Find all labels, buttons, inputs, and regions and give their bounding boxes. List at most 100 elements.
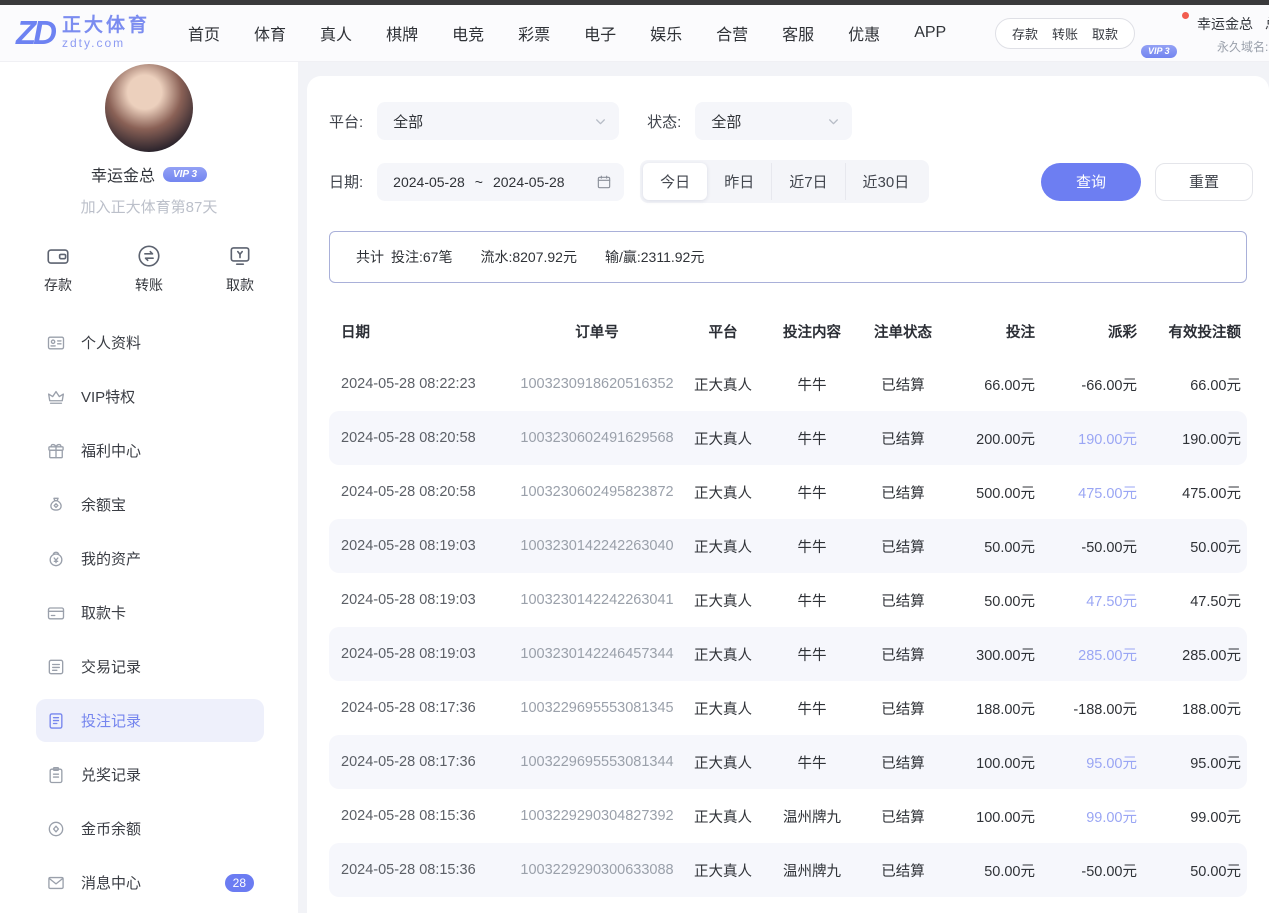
nav-item[interactable]: 体育: [254, 21, 286, 45]
quick-range-option[interactable]: 昨日: [707, 163, 771, 200]
sidebar-item-assets[interactable]: 我的资产: [36, 537, 264, 580]
cell-platform: 正大真人: [681, 806, 765, 827]
cell-bet-content: 牛牛: [765, 590, 859, 611]
cell-order-number: 1003230142246457344: [513, 646, 681, 662]
cell-date: 2024-05-28 08:19:03: [341, 592, 513, 608]
crown-icon: [46, 387, 66, 407]
coin-icon: [46, 819, 66, 839]
search-button[interactable]: 查询: [1041, 163, 1141, 201]
nav-item[interactable]: APP: [914, 24, 946, 42]
date-range-input[interactable]: 2024-05-28 ~ 2024-05-28: [377, 163, 624, 201]
col-payout: 派彩: [1035, 321, 1137, 342]
sidebar-item-label: 个人资料: [81, 332, 141, 353]
date-from: 2024-05-28: [393, 174, 465, 190]
cell-bet-content: 牛牛: [765, 644, 859, 665]
cell-bet-amount: 50.00元: [947, 590, 1035, 611]
withdraw-icon: [227, 243, 253, 269]
cell-valid-bet: 285.00元: [1137, 644, 1241, 665]
cell-bet-content: 牛牛: [765, 536, 859, 557]
platform-select[interactable]: 全部: [377, 102, 619, 140]
cell-valid-bet: 50.00元: [1137, 860, 1241, 881]
cell-payout: -188.00元: [1035, 698, 1137, 719]
sidebar-item-vip[interactable]: VIP特权: [36, 375, 264, 418]
chevron-down-icon: [594, 115, 607, 128]
cell-bet-content: 牛牛: [765, 374, 859, 395]
quick-date-ranges: 今日 昨日 近7日 近30日: [640, 160, 929, 203]
nav-item[interactable]: 合营: [716, 21, 748, 45]
filter-row-selects: 平台: 全部 状态: 全部: [329, 102, 1253, 140]
sidebar-item-coin-balance[interactable]: 金币余额: [36, 807, 264, 850]
vip-badge: VIP 3: [1141, 45, 1177, 58]
nav-item[interactable]: 电子: [584, 21, 616, 45]
table-row: 2024-05-28 08:19:03 1003230142242263041 …: [329, 573, 1247, 627]
cell-date: 2024-05-28 08:20:58: [341, 484, 513, 500]
calendar-icon[interactable]: [596, 174, 612, 190]
wallet-actions-pill: 存款 转账 取款: [995, 18, 1135, 49]
status-select[interactable]: 全部: [695, 102, 852, 140]
transfer-icon: [136, 243, 162, 269]
cell-valid-bet: 475.00元: [1137, 482, 1241, 503]
nav-item[interactable]: 棋牌: [386, 21, 418, 45]
sidebar-item-message-center[interactable]: 消息中心 28: [36, 861, 264, 904]
quick-range-option[interactable]: 近30日: [845, 163, 927, 200]
table-row: 2024-05-28 08:15:36 1003229290304827392 …: [329, 789, 1247, 843]
nav-item[interactable]: 首页: [188, 21, 220, 45]
cell-status: 已结算: [859, 536, 947, 557]
cell-date: 2024-05-28 08:19:03: [341, 538, 513, 554]
reset-button[interactable]: 重置: [1155, 163, 1253, 201]
wallet-action[interactable]: 转账: [1052, 24, 1078, 43]
sidebar-item-redeem-records[interactable]: 兑奖记录: [36, 753, 264, 796]
deposit-button[interactable]: 存款: [44, 243, 72, 295]
nav-item[interactable]: 彩票: [518, 21, 550, 45]
date-to: 2024-05-28: [493, 174, 565, 190]
sidebar-item-yuebao[interactable]: 余额宝: [36, 483, 264, 526]
nav-item[interactable]: 优惠: [848, 21, 880, 45]
summary-prefix: 共计: [356, 247, 384, 267]
cell-status: 已结算: [859, 698, 947, 719]
sidebar-item-welfare[interactable]: 福利中心: [36, 429, 264, 472]
withdraw-button[interactable]: 取款: [226, 243, 254, 295]
user-account-chip[interactable]: VIP 3 幸运金总 总 永久域名: zdty: [1149, 12, 1269, 55]
sidebar-item-bet-records[interactable]: 投注记录: [36, 699, 264, 742]
col-status: 注单状态: [859, 321, 947, 342]
nav-item[interactable]: 电竞: [452, 21, 484, 45]
cell-bet-amount: 200.00元: [947, 428, 1035, 449]
sidebar-item-profile[interactable]: 个人资料: [36, 321, 264, 364]
wallet-action[interactable]: 存款: [1012, 24, 1038, 43]
quick-range-option[interactable]: 今日: [643, 163, 707, 200]
cell-payout: 99.00元: [1035, 806, 1137, 827]
table-row: 2024-05-28 08:19:03 1003230142246457344 …: [329, 627, 1247, 681]
quick-range-option[interactable]: 近7日: [771, 163, 844, 200]
user-name: 幸运金总: [1197, 14, 1253, 34]
site-logo[interactable]: ZD 正大体育 zdty.com: [16, 16, 150, 50]
platform-select-value: 全部: [393, 111, 423, 132]
nav-item[interactable]: 真人: [320, 21, 352, 45]
notification-dot: [1181, 11, 1190, 20]
cell-bet-content: 温州牌九: [765, 860, 859, 881]
cell-order-number: 1003229290300633088: [513, 862, 681, 878]
cell-platform: 正大真人: [681, 752, 765, 773]
sidebar-item-label: 兑奖记录: [81, 764, 141, 785]
joined-days-text: 加入正大体育第87天: [81, 196, 218, 217]
col-bet-content: 投注内容: [765, 321, 859, 342]
sidebar-item-withdraw-card[interactable]: 取款卡: [36, 591, 264, 634]
chevron-down-icon: [827, 115, 840, 128]
money-pouch-icon: [46, 495, 66, 515]
transfer-button[interactable]: 转账: [135, 243, 163, 295]
cell-valid-bet: 66.00元: [1137, 374, 1241, 395]
nav-item[interactable]: 客服: [782, 21, 814, 45]
cell-bet-amount: 100.00元: [947, 806, 1035, 827]
wallet-action[interactable]: 取款: [1092, 24, 1118, 43]
nav-item[interactable]: 娱乐: [650, 21, 682, 45]
sidebar-item-label: 投注记录: [81, 710, 141, 731]
bet-records-table: 日期 订单号 平台 投注内容 注单状态 投注 派彩 有效投注额 2024-05-…: [329, 305, 1247, 897]
cell-bet-content: 牛牛: [765, 428, 859, 449]
cell-order-number: 1003230142242263041: [513, 592, 681, 608]
logo-name: 正大体育: [62, 16, 150, 37]
cell-payout: -50.00元: [1035, 860, 1137, 881]
cell-payout: 47.50元: [1035, 590, 1137, 611]
table-body: 2024-05-28 08:22:23 1003230918620516352 …: [329, 357, 1247, 897]
cell-valid-bet: 95.00元: [1137, 752, 1241, 773]
sidebar-item-transactions[interactable]: 交易记录: [36, 645, 264, 688]
cell-payout: 285.00元: [1035, 644, 1137, 665]
